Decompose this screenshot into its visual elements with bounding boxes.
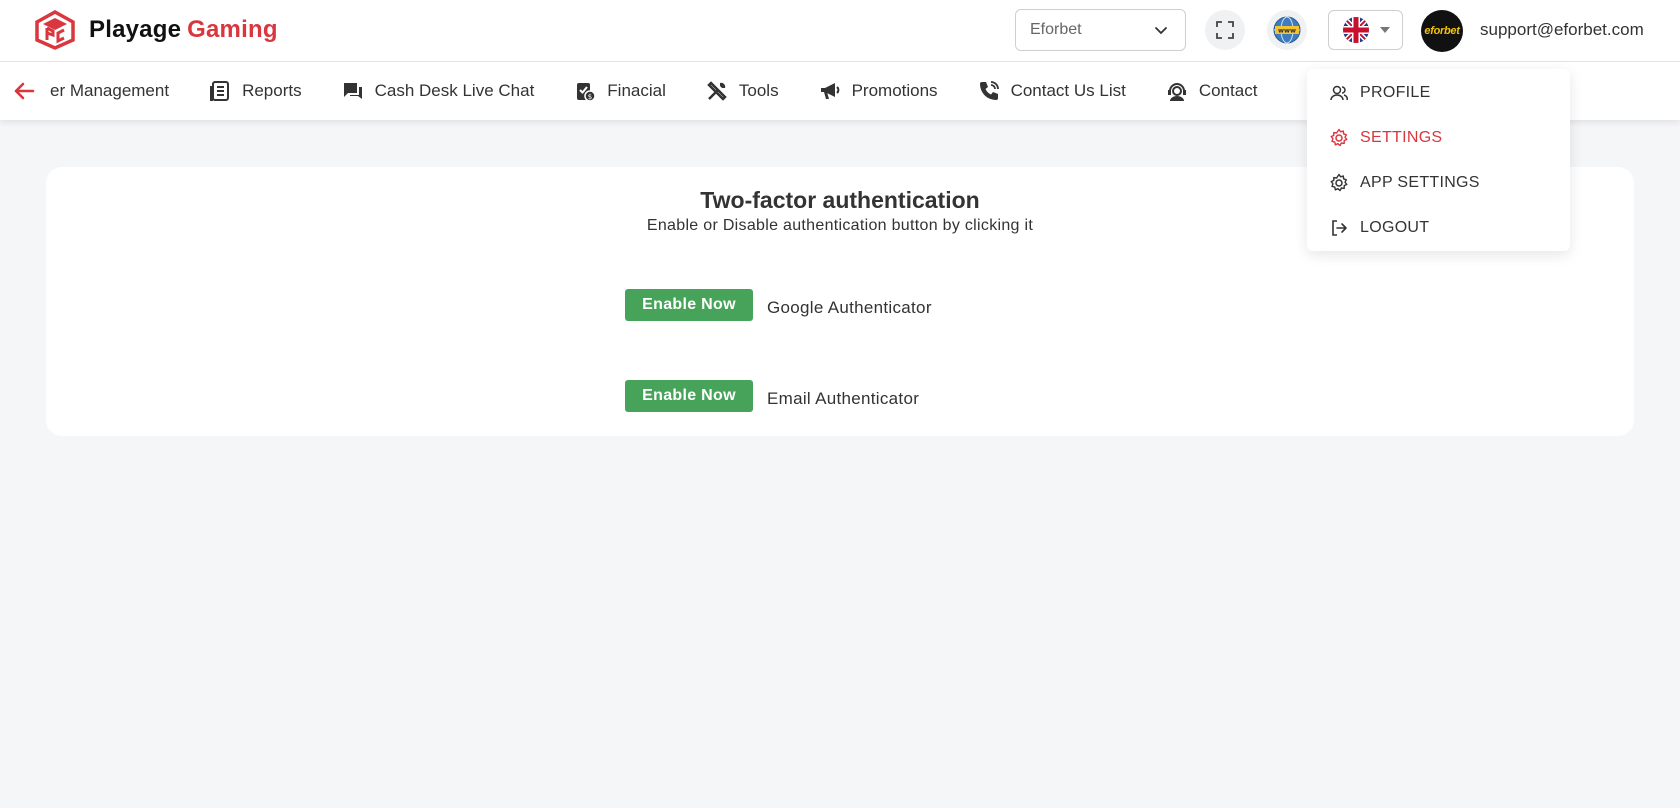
phone-icon	[979, 81, 999, 100]
nav-item-reports[interactable]: Reports	[209, 80, 302, 102]
menu-item-label: SETTINGS	[1360, 129, 1443, 146]
language-select[interactable]	[1328, 10, 1403, 50]
menu-item-label: LOGOUT	[1360, 219, 1430, 236]
tools-icon	[707, 81, 727, 101]
top-header: Playage Gaming Eforbet www eforbet suppo…	[0, 0, 1680, 62]
nav-item-label: Contact	[1198, 81, 1258, 100]
enable-google-auth-button[interactable]: Enable Now	[625, 289, 753, 321]
megaphone-icon	[820, 83, 839, 99]
svg-text:$: $	[588, 93, 592, 101]
menu-item-app-settings[interactable]: APP SETTINGS	[1329, 173, 1480, 193]
logout-icon	[1332, 220, 1347, 236]
nav-item-label: Cash Desk Live Chat	[374, 81, 535, 100]
nav-item-user-management[interactable]: er Management	[50, 81, 169, 101]
nav-item-tools[interactable]: Tools	[706, 80, 779, 102]
brand-logo[interactable]: Playage Gaming	[33, 10, 278, 50]
nav-item-contact-us-list[interactable]: Contact Us List	[978, 80, 1126, 102]
menu-item-logout[interactable]: LOGOUT	[1329, 218, 1429, 238]
menu-item-label: PROFILE	[1360, 84, 1431, 101]
fullscreen-button[interactable]	[1205, 10, 1245, 50]
avatar-text: eforbet	[1424, 25, 1460, 37]
reports-icon	[210, 81, 230, 101]
arrow-left-icon[interactable]	[12, 79, 36, 103]
nav-item-label: Reports	[242, 81, 302, 100]
uk-flag-icon	[1343, 17, 1369, 43]
nav-item-label: Finacial	[607, 81, 666, 100]
chevron-down-icon	[1155, 27, 1167, 35]
logo-icon	[35, 10, 75, 50]
email-auth-row: Enable Now Email Authenticator	[625, 380, 919, 412]
caret-down-icon	[1380, 27, 1390, 33]
nav-item-contact[interactable]: Contact	[1166, 80, 1258, 102]
fullscreen-icon	[1216, 21, 1234, 39]
brand-name: Playage Gaming	[89, 16, 278, 44]
email-auth-label: Email Authenticator	[767, 389, 920, 408]
gear-icon	[1330, 128, 1348, 147]
globe-www-icon: www	[1273, 16, 1301, 44]
nav-item-label: er Management	[50, 81, 170, 100]
gear-icon	[1330, 173, 1348, 192]
brand-name-part2: Gaming	[187, 16, 278, 43]
menu-item-settings[interactable]: SETTINGS	[1329, 128, 1442, 148]
svg-text:www: www	[1278, 27, 1296, 35]
nav-item-promotions[interactable]: Promotions	[819, 80, 938, 102]
nav-item-label: Tools	[738, 81, 779, 100]
site-select[interactable]: Eforbet	[1015, 9, 1186, 51]
google-auth-label: Google Authenticator	[767, 298, 932, 317]
nav-item-label: Contact Us List	[1010, 81, 1126, 100]
nav-item-cash-desk-live-chat[interactable]: Cash Desk Live Chat	[342, 80, 535, 102]
users-icon	[1330, 85, 1348, 101]
user-dropdown-menu: PROFILE SETTINGS APP SETTINGS LOGOUT	[1307, 69, 1570, 251]
enable-email-auth-button[interactable]: Enable Now	[625, 380, 753, 412]
user-email[interactable]: support@eforbet.com	[1480, 20, 1644, 40]
nav-item-label: Promotions	[851, 81, 938, 100]
menu-item-label: APP SETTINGS	[1360, 174, 1480, 191]
google-auth-row: Enable Now Google Authenticator	[625, 289, 932, 321]
menu-item-profile[interactable]: PROFILE	[1329, 83, 1431, 103]
brand-name-part1: Playage	[89, 16, 182, 43]
chat-icon	[343, 83, 362, 99]
nav-item-financial[interactable]: $ Finacial	[574, 80, 666, 102]
support-agent-icon	[1167, 83, 1186, 101]
financial-icon: $	[577, 83, 597, 102]
nav-items: er Management Reports Cash Desk Live Cha…	[50, 62, 1297, 120]
site-select-value: Eforbet	[1030, 21, 1082, 38]
avatar[interactable]: eforbet	[1421, 10, 1463, 52]
website-button[interactable]: www	[1267, 10, 1307, 50]
